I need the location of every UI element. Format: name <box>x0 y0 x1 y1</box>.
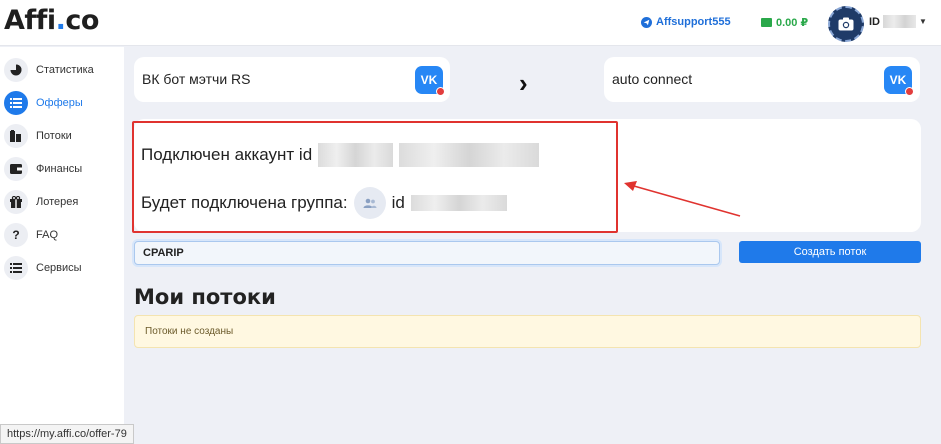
telegram-icon <box>641 16 652 28</box>
chart-icon <box>4 58 28 82</box>
question-icon: ? <box>4 223 28 247</box>
vk-label: VK <box>889 73 907 87</box>
top-header: Affi.co Affsupport555 0.00 ₽ ID ▼ <box>0 0 941 46</box>
avatar[interactable] <box>828 6 864 42</box>
support-link[interactable]: Affsupport555 <box>641 16 731 28</box>
balance[interactable]: 0.00 ₽ <box>761 16 808 29</box>
sidebar-item-offers[interactable]: Офферы <box>4 90 83 116</box>
streams-title: Мои потоки <box>134 285 276 309</box>
create-stream-button[interactable]: Создать поток <box>739 241 921 263</box>
bot-title: ВК бот мэтчи RS <box>142 71 251 87</box>
user-id-prefix: ID <box>869 15 880 28</box>
sidebar-item-statistics[interactable]: Статистика <box>4 57 94 83</box>
vk-icon: VK <box>415 66 445 96</box>
vk-label: VK <box>420 73 438 87</box>
bot-title: auto connect <box>612 71 693 87</box>
wallet-icon <box>761 18 772 27</box>
sidebar-item-label: Потоки <box>36 130 72 142</box>
camera-icon <box>838 17 854 31</box>
chevron-right-icon: › <box>519 68 528 98</box>
bot-card-target[interactable]: auto connect VK <box>604 57 920 102</box>
sidebar-item-services[interactable]: Сервисы <box>4 255 82 281</box>
balance-label: 0.00 ₽ <box>776 17 809 29</box>
sidebar-item-label: Офферы <box>36 97 83 109</box>
list-icon <box>4 91 28 115</box>
stream-name-input[interactable]: CPARIP <box>134 241 720 265</box>
chevron-down-icon: ▼ <box>919 17 927 26</box>
status-badge <box>436 87 445 96</box>
sidebar: Статистика Офферы Потоки Финансы Лотерея… <box>0 47 124 444</box>
streams-icon <box>4 124 28 148</box>
sidebar-item-streams[interactable]: Потоки <box>4 123 72 149</box>
sidebar-item-label: Лотерея <box>36 196 79 208</box>
services-icon <box>4 256 28 280</box>
sidebar-item-finance[interactable]: Финансы <box>4 156 82 182</box>
status-badge <box>905 87 914 96</box>
notice-text: Потоки не созданы <box>145 326 234 337</box>
sidebar-item-label: Финансы <box>36 163 83 175</box>
bot-card-source[interactable]: ВК бот мэтчи RS VK <box>134 57 450 102</box>
stream-name-value: CPARIP <box>143 247 184 259</box>
support-label: Affsupport555 <box>656 16 731 28</box>
sidebar-item-faq[interactable]: ? FAQ <box>4 222 58 248</box>
status-bar-url: https://my.affi.co/offer-79 <box>0 424 134 444</box>
empty-streams-notice: Потоки не созданы <box>134 315 921 348</box>
highlight-frame <box>132 121 618 233</box>
redacted-user-id <box>883 15 916 28</box>
logo[interactable]: Affi.co <box>4 5 99 36</box>
sidebar-item-label: FAQ <box>36 229 59 241</box>
wallet-icon <box>4 157 28 181</box>
sidebar-item-lottery[interactable]: Лотерея <box>4 189 78 215</box>
gift-icon <box>4 190 28 214</box>
user-menu[interactable]: ID ▼ <box>869 15 927 28</box>
sidebar-item-label: Статистика <box>36 64 94 76</box>
sidebar-item-label: Сервисы <box>36 262 82 274</box>
vk-icon: VK <box>884 66 914 96</box>
